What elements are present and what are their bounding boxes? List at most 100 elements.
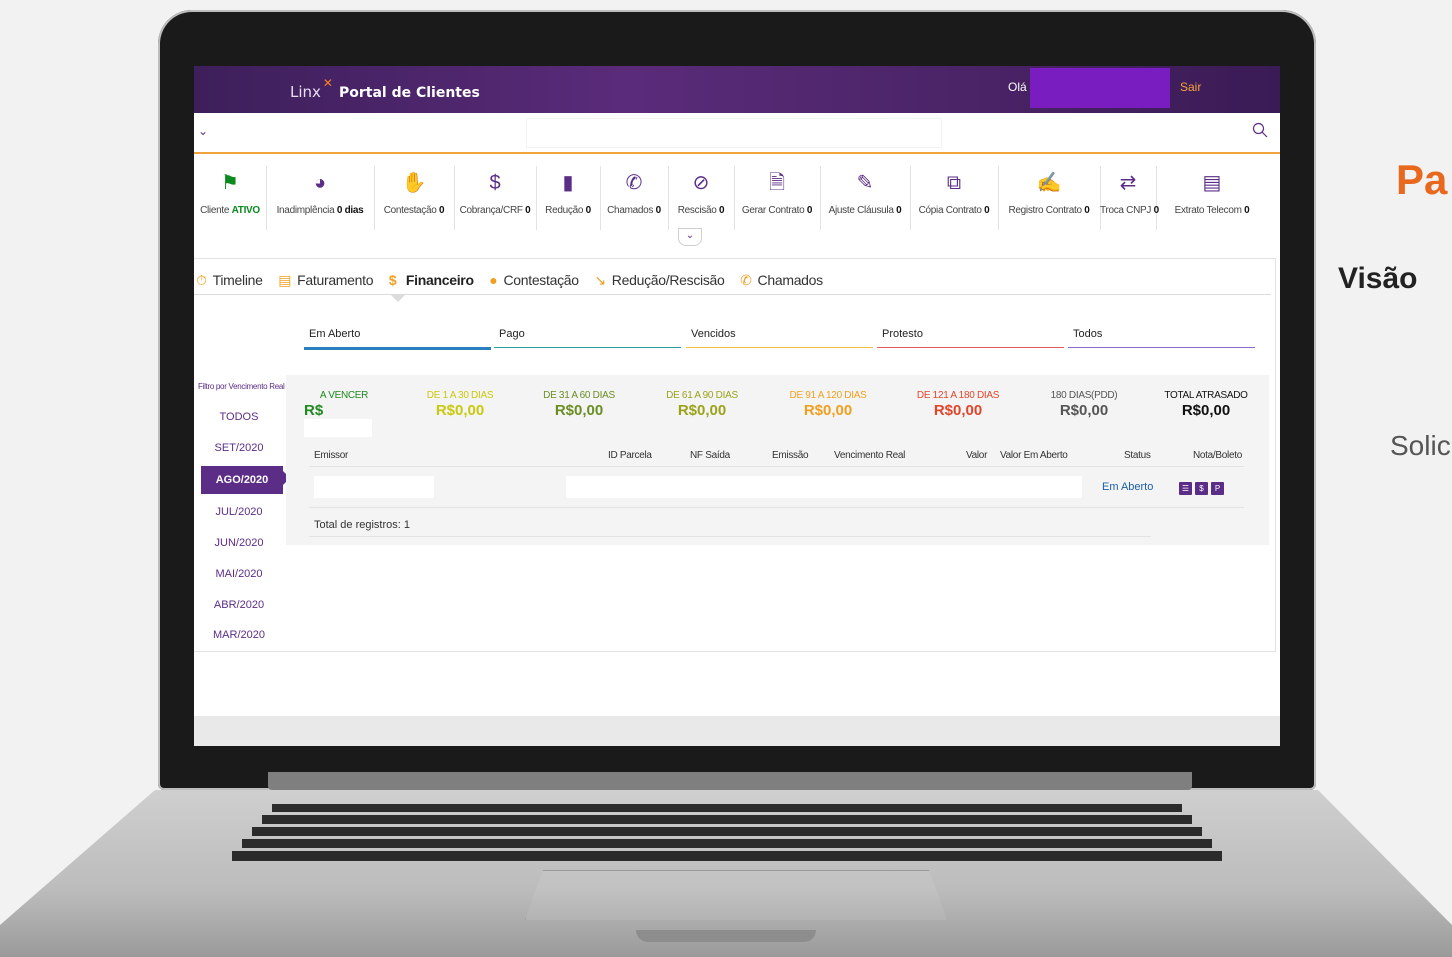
month-set-2020[interactable]: SET/2020 (194, 442, 284, 454)
month-jul-2020[interactable]: JUL/2020 (194, 506, 284, 518)
toolbar-registro-contrato[interactable]: ✍ Registro Contrato 0 (998, 166, 1101, 230)
subtab-todos-underline (1068, 347, 1255, 348)
month-ago-2020[interactable]: AGO/2020 (201, 466, 283, 494)
toolbar-reducao[interactable]: ▮ Redução 0 (536, 166, 601, 230)
col-id-parcela[interactable]: ID Parcela (608, 450, 652, 461)
phone-icon: ✆ (740, 272, 752, 288)
tab-chamados[interactable]: ✆ Chamados (740, 272, 829, 288)
subtab-vencidos-underline (686, 347, 873, 348)
month-abr-2020[interactable]: ABR/2020 (194, 599, 284, 611)
lid-notch (636, 930, 816, 942)
total-divider (309, 536, 1151, 537)
summary-91-120: DE 91 A 120 DIAS R$0,00 (789, 390, 867, 419)
toolbar-gerar-contrato[interactable]: 🗎 Gerar Contrato 0 (734, 166, 821, 230)
toolbar-cliente[interactable]: ⚑ Cliente ATIVO (194, 166, 267, 230)
toolbar-inadimplencia[interactable]: ◕ Inadimplência 0 dias (266, 166, 375, 230)
row-divider (309, 507, 1244, 508)
subtab-em-aberto-underline (304, 347, 491, 350)
status-badge[interactable]: Em Aberto (1102, 481, 1153, 493)
user-name-redacted (1030, 68, 1170, 108)
laptop-hinge (268, 772, 1192, 790)
toolbar-troca-cnpj[interactable]: ⇄ Troca CNPJ 0 (1100, 166, 1159, 230)
tab-faturamento[interactable]: ▤ Faturamento (278, 272, 379, 288)
main-tabs: ⏱ Timeline ▤ Faturamento $ Financeiro ● Con… (196, 272, 835, 289)
toolbar-ajuste-clausula[interactable]: ✎ Ajuste Cláusula 0 (820, 166, 911, 230)
emissor-redacted (314, 476, 434, 498)
toolbar-rescisao[interactable]: ⊘ Rescisão 0 (668, 166, 735, 230)
expand-toolbar-button[interactable]: ⌄ (678, 228, 702, 246)
shield-icon: ● (489, 272, 498, 288)
subtab-em-aberto[interactable]: Em Aberto (309, 328, 360, 340)
col-nf-saida[interactable]: NF Saída (690, 450, 730, 461)
col-valor[interactable]: Valor (966, 450, 987, 461)
active-tab-caret (390, 294, 406, 302)
month-jun-2020[interactable]: JUN/2020 (194, 537, 284, 549)
status-toolbar: ⚑ Cliente ATIVO ◕ Inadimplência 0 dias ✋… (194, 166, 1280, 246)
hand-icon: ✋ (401, 172, 427, 194)
arrow-down-icon: ↘ (594, 272, 606, 288)
col-emissao[interactable]: Emissão (772, 450, 809, 461)
subtab-pago-underline (494, 347, 681, 348)
col-emissor[interactable]: Emissor (314, 450, 348, 461)
subtab-pago[interactable]: Pago (499, 328, 525, 340)
month-mar-2020[interactable]: MAR/2020 (194, 629, 284, 641)
col-valor-em-aberto[interactable]: Valor Em Aberto (1000, 450, 1068, 461)
edit-icon: ✎ (856, 172, 874, 194)
row-actions: ☰ $ P (1179, 478, 1227, 496)
boleto-dollar-icon[interactable]: $ (1195, 482, 1208, 495)
document-icon: 🗎 (768, 172, 786, 194)
search-row: ⌄ (194, 114, 1280, 154)
browser-screen: Linx ✕ Portal de Clientes Olá Sair ⌄ ⚑ Cli… (194, 66, 1280, 746)
tabs-divider (194, 294, 1271, 295)
filter-title: Filtro por Vencimento Real (198, 382, 285, 391)
swap-icon: ⇄ (1119, 172, 1137, 194)
alert-doc-icon: ▮ (562, 172, 574, 194)
subtab-protesto-underline (877, 347, 1064, 348)
dollar-icon: $ (388, 272, 397, 288)
invoice-icon: ▤ (278, 272, 292, 288)
month-todos[interactable]: TODOS (194, 411, 284, 423)
tab-financeiro[interactable]: $ Financeiro (389, 272, 480, 288)
chart-icon: ▤ (1202, 172, 1222, 194)
right-body-fragment: Solic (1390, 430, 1451, 461)
phone-icon: ✆ (625, 172, 643, 194)
redacted-value (304, 419, 372, 438)
flag-icon: ⚑ (221, 172, 239, 194)
toolbar-cobranca[interactable]: $ Cobrança/CRF 0 (454, 166, 537, 230)
col-nota-boleto[interactable]: Nota/Boleto (1193, 450, 1242, 461)
trackpad (525, 870, 947, 920)
total-records: Total de registros: 1 (314, 519, 410, 531)
row-values-redacted (566, 476, 1082, 498)
toolbar-copia-contrato[interactable]: ⧉ Cópia Contrato 0 (910, 166, 999, 230)
toolbar-contestacao[interactable]: ✋ Contestação 0 (374, 166, 455, 230)
summary-total-atrasado: TOTAL ATRASADO R$0,00 (1164, 390, 1248, 419)
toolbar-chamados[interactable]: ✆ Chamados 0 (600, 166, 669, 230)
screen-footer (194, 716, 1280, 746)
tab-contestacao[interactable]: ● Contestação (489, 272, 584, 288)
nota-list-icon[interactable]: ☰ (1179, 482, 1192, 495)
keyboard (232, 804, 1222, 861)
tab-timeline[interactable]: ⏱ Timeline (196, 272, 269, 288)
col-vencimento-real[interactable]: Vencimento Real (834, 450, 905, 461)
right-heading-fragment: Pa (1396, 156, 1448, 203)
subtab-protesto[interactable]: Protesto (882, 328, 923, 340)
header-divider (309, 466, 1244, 467)
toolbar-extrato-telecom[interactable]: ▤ Extrato Telecom 0 (1156, 166, 1268, 230)
dollar-icon: $ (489, 172, 501, 194)
summary-31-60: DE 31 A 60 DIAS R$0,00 (543, 390, 615, 419)
logout-link[interactable]: Sair (1180, 80, 1201, 94)
pdf-icon[interactable]: P (1211, 482, 1224, 495)
gauge-icon: ◕ (313, 172, 327, 194)
tab-reducao-rescisao[interactable]: ↘ Redução/Rescisão (594, 272, 730, 288)
subtab-todos[interactable]: Todos (1073, 328, 1102, 340)
search-icon[interactable] (1252, 122, 1268, 143)
linx-logo: Linx (290, 83, 321, 101)
col-status[interactable]: Status (1124, 450, 1151, 461)
subtab-vencidos[interactable]: Vencidos (691, 328, 736, 340)
chevron-down-icon[interactable]: ⌄ (198, 124, 208, 138)
greeting-label: Olá (1008, 80, 1027, 94)
month-mai-2020[interactable]: MAI/2020 (194, 568, 284, 580)
search-input[interactable] (526, 118, 942, 148)
summary-61-90: DE 61 A 90 DIAS R$0,00 (666, 390, 738, 419)
brand[interactable]: Linx ✕ Portal de Clientes (290, 76, 480, 101)
